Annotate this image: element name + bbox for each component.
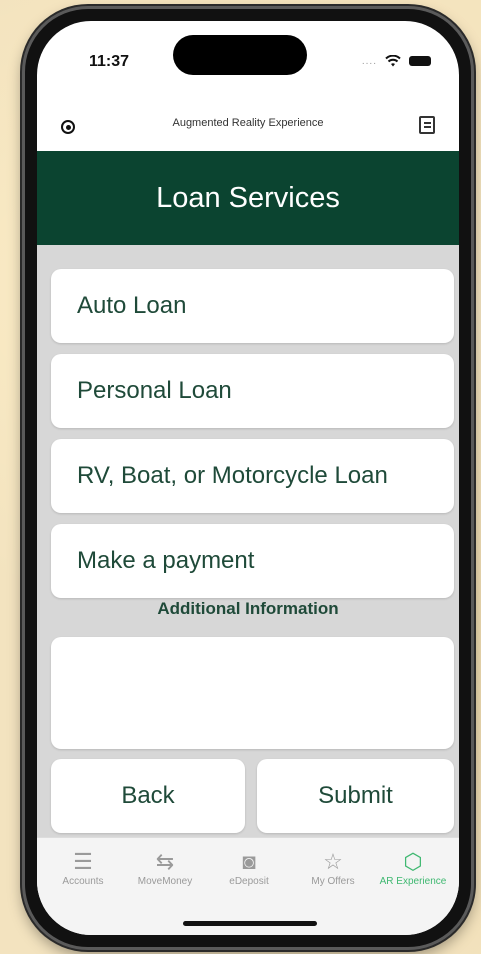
wifi-icon bbox=[385, 55, 401, 67]
loan-services-content: Auto Loan Personal Loan RV, Boat, or Mot… bbox=[37, 245, 459, 837]
tab-label: eDeposit bbox=[229, 876, 269, 887]
make-payment-button[interactable]: Make a payment bbox=[51, 524, 454, 598]
ar-cube-icon: ⬡ bbox=[403, 849, 423, 874]
tab-movemoney[interactable]: ⇆ MoveMoney bbox=[123, 848, 207, 908]
status-icons: .... bbox=[362, 55, 431, 67]
tab-ar-experience[interactable]: ⬡ AR Experience bbox=[373, 848, 453, 908]
tab-label: Accounts bbox=[62, 876, 104, 887]
document-icon[interactable] bbox=[419, 116, 435, 134]
status-time: 11:37 bbox=[89, 53, 130, 70]
star-icon: ☆ bbox=[323, 849, 343, 874]
tab-label: AR Experience bbox=[379, 876, 447, 887]
submit-button[interactable]: Submit bbox=[257, 759, 454, 833]
menu-icon: ☰ bbox=[73, 849, 93, 874]
battery-icon bbox=[409, 56, 431, 66]
transfer-arrows-icon: ⇆ bbox=[155, 849, 175, 874]
tab-label: MoveMoney bbox=[137, 876, 193, 887]
camera-icon: ◙ bbox=[242, 849, 256, 874]
home-indicator[interactable] bbox=[183, 921, 317, 926]
tab-label: My Offers bbox=[311, 876, 355, 887]
tab-accounts[interactable]: ☰ Accounts bbox=[41, 848, 125, 908]
auto-loan-button[interactable]: Auto Loan bbox=[51, 269, 454, 343]
top-bar: Augmented Reality Experience bbox=[37, 106, 459, 146]
page-header: Loan Services bbox=[37, 151, 459, 245]
tab-my-offers[interactable]: ☆ My Offers bbox=[291, 848, 375, 908]
phone-screen: 11:37 .... Augmented Reality Experience … bbox=[37, 21, 459, 935]
signal-icon: .... bbox=[361, 55, 377, 67]
page-title: Loan Services bbox=[156, 181, 340, 214]
additional-info-label: Additional Information bbox=[157, 599, 339, 618]
personal-loan-button[interactable]: Personal Loan bbox=[51, 354, 454, 428]
back-button[interactable]: Back bbox=[51, 759, 245, 833]
top-bar-title: Augmented Reality Experience bbox=[172, 117, 324, 129]
dynamic-island bbox=[173, 35, 307, 75]
phone-frame: 11:37 .... Augmented Reality Experience … bbox=[22, 6, 474, 950]
rv-boat-motorcycle-loan-button[interactable]: RV, Boat, or Motorcycle Loan bbox=[51, 439, 454, 513]
tab-edeposit[interactable]: ◙ eDeposit bbox=[207, 848, 291, 908]
additional-info-input[interactable] bbox=[51, 637, 454, 749]
